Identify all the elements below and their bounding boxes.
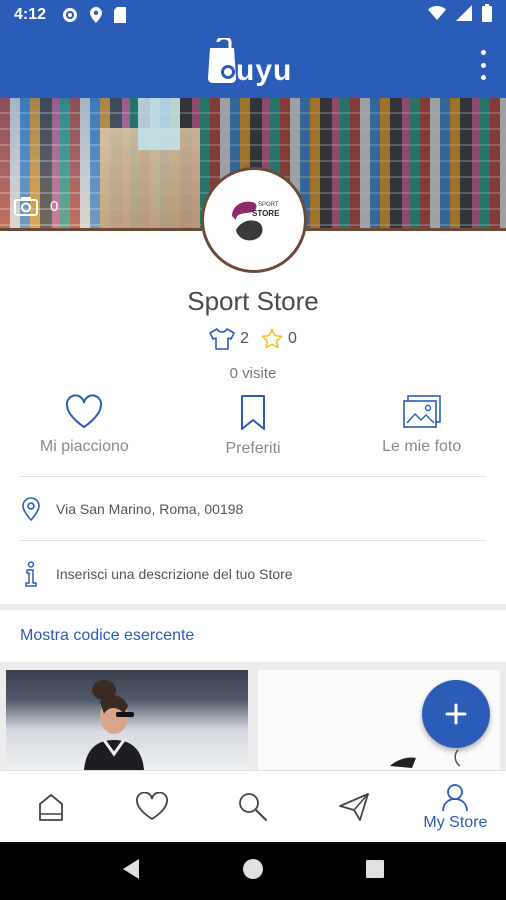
store-name: Sport Store (187, 286, 319, 316)
camera-icon (14, 197, 38, 216)
info-icon (20, 561, 42, 587)
store-avatar[interactable]: SPORT STORE (201, 167, 307, 273)
nav-home[interactable] (0, 771, 101, 842)
visits-count: 0 visite (229, 365, 277, 382)
section-separator (0, 604, 506, 610)
address-text: Via San Marino, Roma, 00198 (56, 501, 244, 517)
shirt-stat[interactable]: 2 (209, 328, 249, 350)
cover-screen (138, 98, 180, 150)
photos-icon (402, 395, 441, 428)
home-circle-icon[interactable] (242, 858, 264, 885)
system-nav-bar (0, 842, 506, 900)
location-icon (90, 7, 103, 23)
more-vert-icon[interactable] (478, 50, 488, 80)
sport-store-logo: SPORT STORE (232, 201, 280, 241)
logo-text: uyu (236, 54, 293, 87)
action-row: Mi piacciono Preferiti Le mie foto (0, 394, 506, 474)
description-text: Inserisci una descrizione del tuo Store (56, 566, 293, 582)
nav-favorites[interactable] (101, 771, 202, 842)
nav-my-store-label: My Store (423, 813, 488, 831)
favorites-label: Preferiti (225, 440, 281, 457)
sd-card-icon (114, 7, 127, 23)
nav-my-store[interactable]: My Store (405, 771, 506, 842)
heart-icon (135, 791, 168, 820)
photo-count-value: 0 (50, 197, 59, 215)
location-pin-icon (20, 497, 42, 521)
search-icon (239, 792, 267, 821)
recents-icon[interactable] (365, 859, 385, 884)
shirt-count: 2 (240, 330, 249, 347)
gallery-photo[interactable] (6, 670, 248, 770)
likes-label: Mi piacciono (39, 438, 129, 455)
star-count: 0 (288, 330, 297, 347)
photo-person (84, 680, 144, 770)
logo-bottom-text: STORE (252, 209, 280, 218)
bottom-nav: My Store (0, 770, 506, 842)
divider (20, 540, 486, 541)
user-icon (442, 783, 469, 811)
star-stat[interactable]: 0 (261, 328, 297, 350)
star-icon (261, 328, 283, 349)
wifi-icon (428, 5, 446, 25)
app-bar: uyu (0, 30, 506, 98)
status-bar: 4:12 (0, 0, 506, 30)
description-row[interactable]: Inserisci una descrizione del tuo Store (20, 549, 486, 599)
home-icon (38, 793, 63, 821)
store-stats: 2 0 (0, 328, 506, 350)
address-row[interactable]: Via San Marino, Roma, 00198 (20, 484, 486, 534)
my-photos-action[interactable]: Le mie foto (337, 394, 506, 474)
favorites-action[interactable]: Preferiti (169, 394, 338, 474)
battery-icon (482, 3, 492, 27)
logo-top-text: SPORT (258, 202, 279, 208)
nav-send[interactable] (304, 771, 405, 842)
send-icon (339, 792, 370, 821)
heart-icon (66, 394, 103, 429)
photo-count[interactable]: 0 (14, 196, 58, 216)
status-time: 4:12 (14, 6, 47, 23)
plus-icon (445, 703, 467, 725)
back-icon[interactable] (121, 858, 141, 885)
gear-icon (62, 7, 78, 23)
merchant-code-link[interactable]: Mostra codice esercente (20, 627, 194, 645)
nav-search[interactable] (202, 771, 303, 842)
bookmark-icon (241, 395, 265, 430)
shirt-icon (209, 328, 235, 350)
divider (20, 476, 486, 477)
signal-icon (456, 4, 472, 26)
buyu-logo: uyu (206, 36, 306, 90)
likes-action[interactable]: Mi piacciono (0, 394, 169, 474)
my-photos-label: Le mie foto (382, 438, 462, 455)
add-fab[interactable] (422, 680, 490, 748)
